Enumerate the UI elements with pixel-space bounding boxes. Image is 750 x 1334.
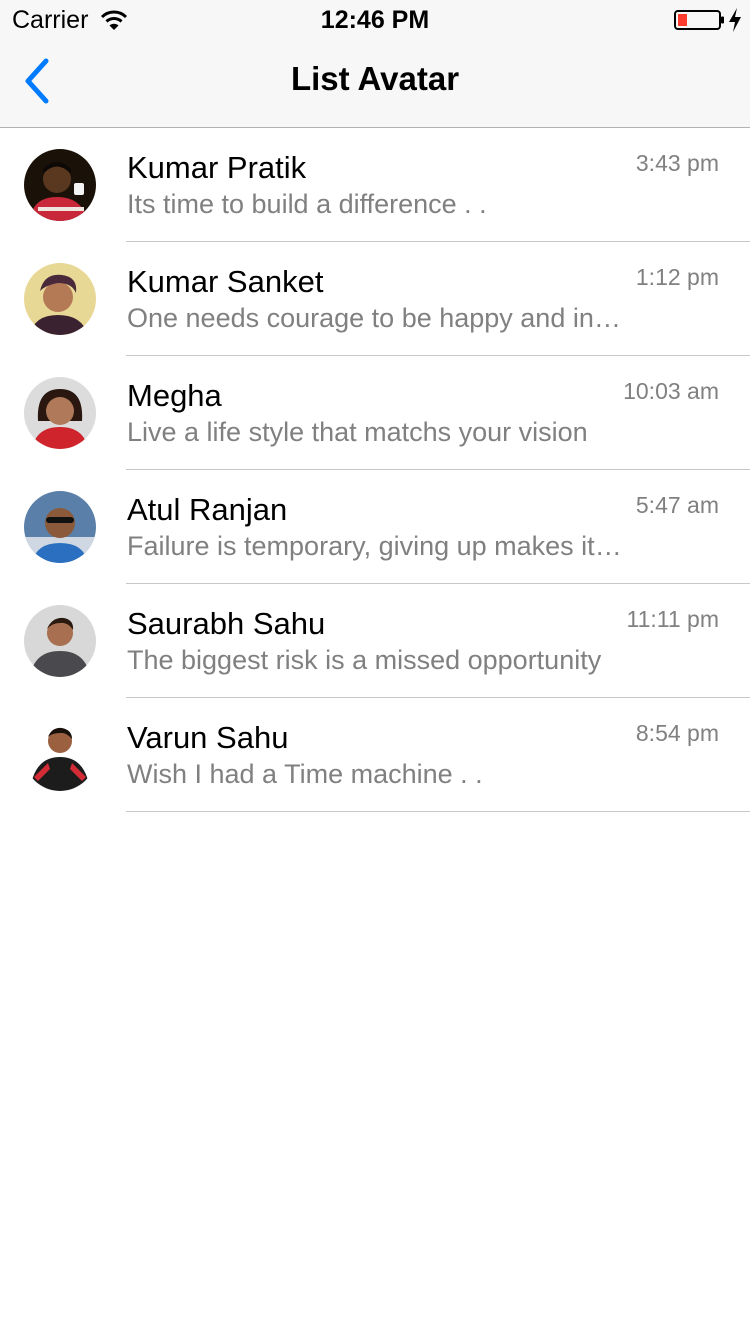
- message-preview: Its time to build a difference . .: [127, 189, 487, 219]
- status-time: 12:46 PM: [320, 6, 430, 34]
- avatar: [24, 149, 96, 221]
- message-time: 1:12 pm: [635, 264, 719, 290]
- navigation-bar: List Avatar: [0, 40, 750, 128]
- page-title: List Avatar: [290, 60, 460, 97]
- battery-icon: [674, 10, 724, 30]
- contact-name: Kumar Sanket: [127, 264, 324, 299]
- contact-name: Varun Sahu: [127, 720, 289, 755]
- avatar: [24, 491, 96, 563]
- avatar: [24, 605, 96, 677]
- message-preview: Failure is temporary, giving up makes it…: [127, 531, 622, 561]
- avatar: [24, 263, 96, 335]
- list-item[interactable]: Kumar Sanket One needs courage to be hap…: [0, 242, 750, 356]
- message-time: 5:47 am: [635, 492, 719, 518]
- status-bar: Carrier 12:46 PM: [0, 0, 750, 40]
- contact-name: Saurabh Sahu: [127, 606, 326, 641]
- list-item[interactable]: Atul Ranjan Failure is temporary, giving…: [0, 470, 750, 584]
- message-preview: Live a life style that matchs your visio…: [127, 417, 588, 447]
- list-item[interactable]: Varun Sahu Wish I had a Time machine . .…: [0, 698, 750, 812]
- contact-name: Megha: [127, 378, 222, 413]
- message-time: 10:03 am: [623, 378, 719, 404]
- message-preview: One needs courage to be happy and in lov…: [127, 303, 622, 333]
- avatar: [24, 377, 96, 449]
- row-divider: [126, 811, 750, 812]
- message-preview: Wish I had a Time machine . .: [127, 759, 483, 789]
- contact-list: Kumar Pratik Its time to build a differe…: [0, 128, 750, 812]
- contact-name: Atul Ranjan: [127, 492, 288, 527]
- message-time: 11:11 pm: [626, 606, 719, 632]
- charging-icon: [729, 8, 741, 32]
- message-time: 8:54 pm: [635, 720, 719, 746]
- list-item[interactable]: Kumar Pratik Its time to build a differe…: [0, 128, 750, 242]
- list-item[interactable]: Saurabh Sahu The biggest risk is a misse…: [0, 584, 750, 698]
- list-item[interactable]: Megha Live a life style that matchs your…: [0, 356, 750, 470]
- message-preview: The biggest risk is a missed opportunity: [127, 645, 602, 675]
- message-time: 3:43 pm: [635, 150, 719, 176]
- avatar: [24, 719, 96, 791]
- contact-name: Kumar Pratik: [127, 150, 307, 185]
